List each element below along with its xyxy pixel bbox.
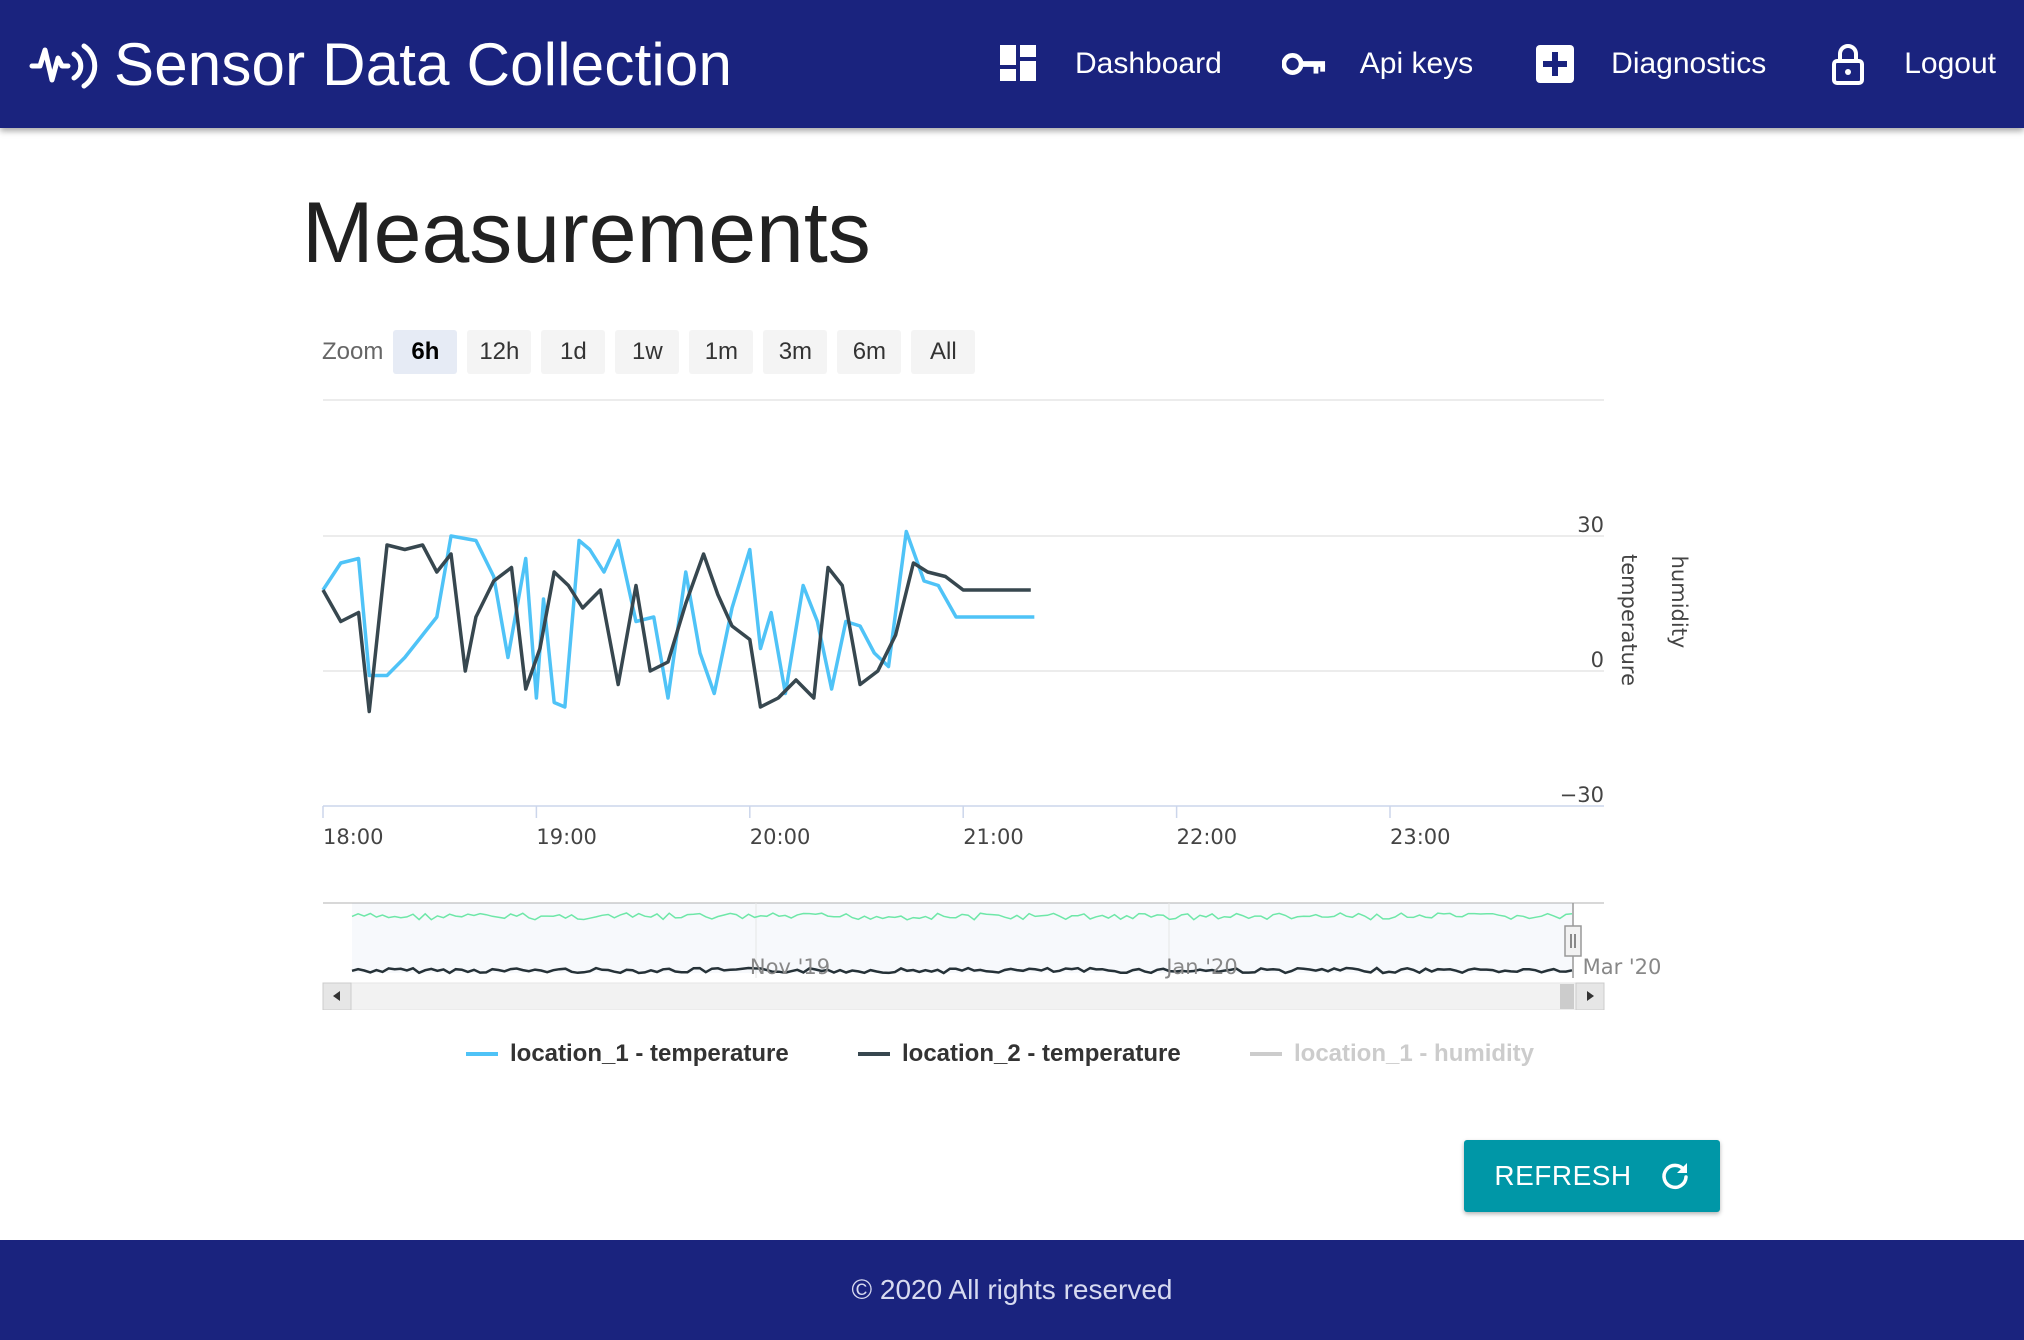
- x-tick-label: 21:00: [963, 825, 1024, 849]
- legend-label: location_1 - temperature: [510, 1040, 789, 1067]
- measurements-chart[interactable]: 30 0 −30 temperature humidity 18:00 19:00 20:00…: [0, 0, 2024, 1010]
- legend-item-location2-temperature[interactable]: location_2 - temperature: [858, 1040, 1181, 1068]
- scrollbar-track[interactable]: [322, 982, 1605, 1010]
- legend-swatch: [466, 1052, 498, 1056]
- x-tick-label: 20:00: [750, 825, 811, 849]
- refresh-icon: [1660, 1161, 1690, 1191]
- footer: © 2020 All rights reserved: [0, 1240, 2024, 1340]
- legend-label: location_2 - temperature: [902, 1040, 1181, 1067]
- x-tick-label: 22:00: [1177, 825, 1238, 849]
- y-tick-label: 0: [1591, 648, 1604, 672]
- y-axis-title: temperature: [1617, 554, 1641, 686]
- x-tick-label: 19:00: [536, 825, 597, 849]
- legend-item-location1-humidity[interactable]: location_1 - humidity: [1250, 1040, 1534, 1068]
- chart-legend: location_1 - temperature location_2 - te…: [0, 1040, 2024, 1080]
- navigator-range: [352, 903, 1572, 973]
- x-tick-label: 23:00: [1390, 825, 1451, 849]
- x-tick-label: 18:00: [323, 825, 384, 849]
- refresh-label: REFRESH: [1494, 1160, 1632, 1191]
- legend-swatch: [1250, 1052, 1282, 1056]
- legend-swatch: [858, 1052, 890, 1056]
- navigator-handle[interactable]: [1564, 925, 1582, 957]
- scrollbar-thumb[interactable]: [1560, 984, 1574, 1009]
- navigator-label: Mar '20: [1583, 955, 1662, 979]
- copyright-text: © 2020 All rights reserved: [851, 1274, 1173, 1305]
- legend-item-location1-temperature[interactable]: location_1 - temperature: [466, 1040, 789, 1068]
- y-axis-title: humidity: [1667, 556, 1691, 649]
- legend-label: location_1 - humidity: [1294, 1040, 1535, 1067]
- refresh-button[interactable]: REFRESH: [1464, 1140, 1720, 1212]
- navigator-label: Jan '20: [1164, 955, 1238, 979]
- y-tick-label: −30: [1560, 783, 1604, 807]
- navigator-label: Nov '19: [750, 955, 830, 979]
- chart-navigator: Nov '19 Jan '20 Mar '20: [322, 902, 1662, 1010]
- y-tick-label: 30: [1577, 513, 1604, 537]
